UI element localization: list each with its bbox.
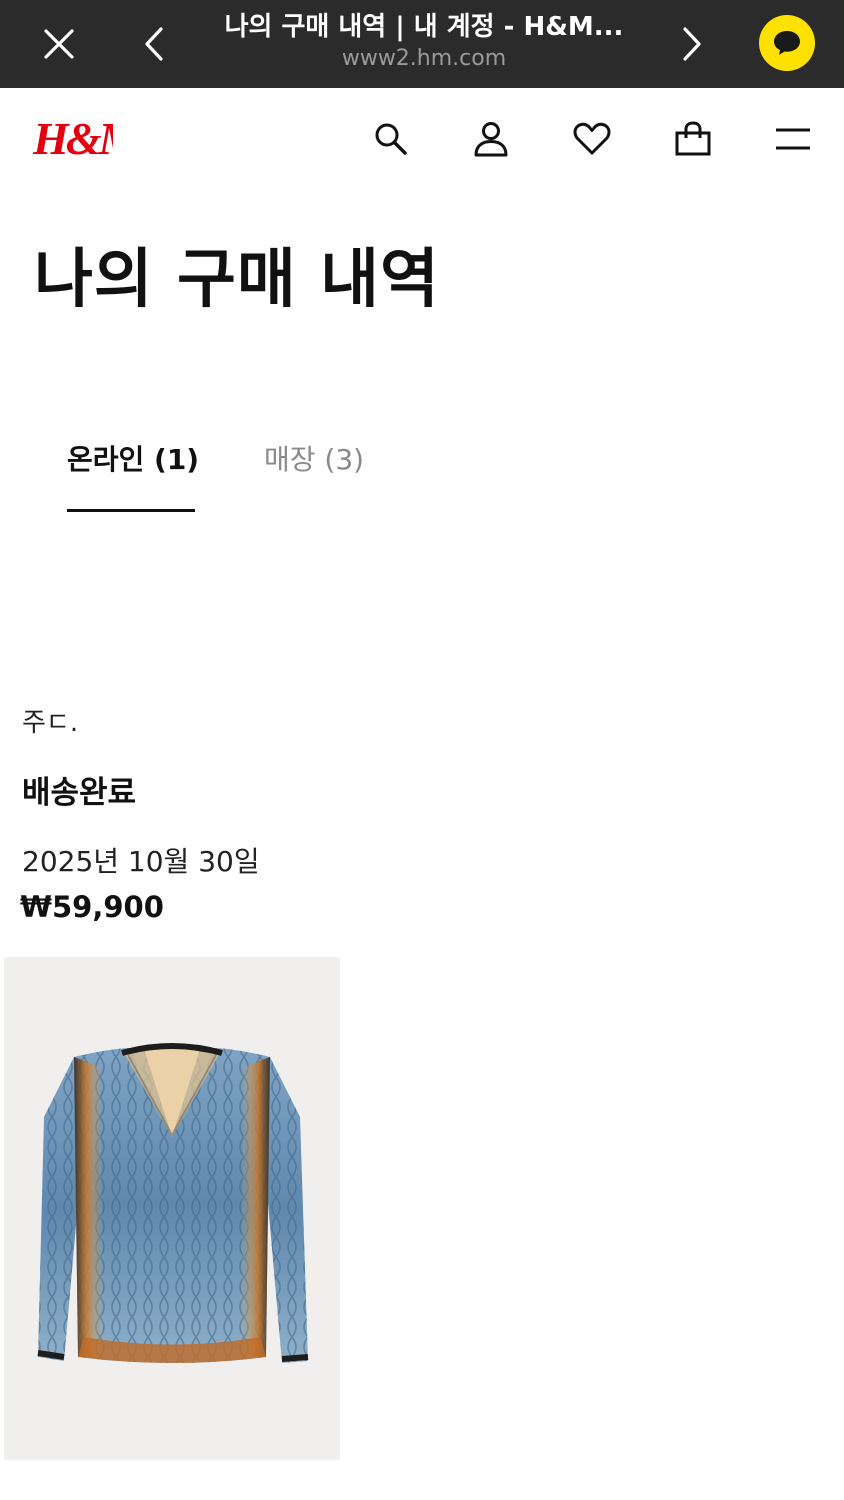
close-button[interactable]	[29, 14, 89, 74]
browser-page-title: 나의 구매 내역 | 내 계정 - H&M...	[224, 12, 624, 42]
heart-icon	[573, 122, 611, 155]
site-header: H&M	[0, 88, 844, 192]
order-label: 주ㄷ.	[22, 708, 79, 738]
chevron-right-icon	[683, 27, 701, 61]
tab-store[interactable]: 매장 (3)	[264, 440, 364, 480]
order-date: 2025년 10월 30일	[22, 845, 260, 878]
in-app-browser-bar: 나의 구매 내역 | 내 계정 - H&M... www2.hm.com	[0, 0, 844, 88]
favorites-button[interactable]	[567, 114, 617, 164]
chevron-left-icon	[145, 27, 163, 61]
order-status: 배송완료	[22, 775, 137, 811]
chat-button[interactable]	[759, 15, 815, 71]
page-title: 나의 구매 내역	[34, 243, 440, 317]
shopping-bag-button[interactable]	[668, 114, 718, 164]
bag-icon	[675, 121, 711, 156]
product-card[interactable]	[4, 957, 340, 1460]
browser-url: www2.hm.com	[341, 46, 507, 71]
order-price: ₩59,900	[20, 890, 164, 924]
chat-bubble-icon	[774, 31, 800, 55]
svg-text:H&M: H&M	[33, 113, 113, 164]
hm-logo[interactable]: H&M	[32, 110, 145, 170]
forward-button[interactable]	[662, 14, 722, 74]
account-button[interactable]	[466, 114, 516, 164]
active-tab-indicator	[67, 509, 195, 512]
menu-icon	[776, 128, 810, 150]
search-icon	[375, 123, 407, 155]
close-icon	[44, 29, 74, 59]
search-button[interactable]	[366, 114, 416, 164]
menu-button[interactable]	[768, 114, 818, 164]
account-icon	[474, 122, 508, 157]
browser-title-area: 나의 구매 내역 | 내 계정 - H&M... www2.hm.com	[210, 10, 638, 74]
back-button[interactable]	[124, 14, 184, 74]
product-image[interactable]	[4, 957, 340, 1460]
tab-online[interactable]: 온라인 (1)	[67, 440, 199, 480]
